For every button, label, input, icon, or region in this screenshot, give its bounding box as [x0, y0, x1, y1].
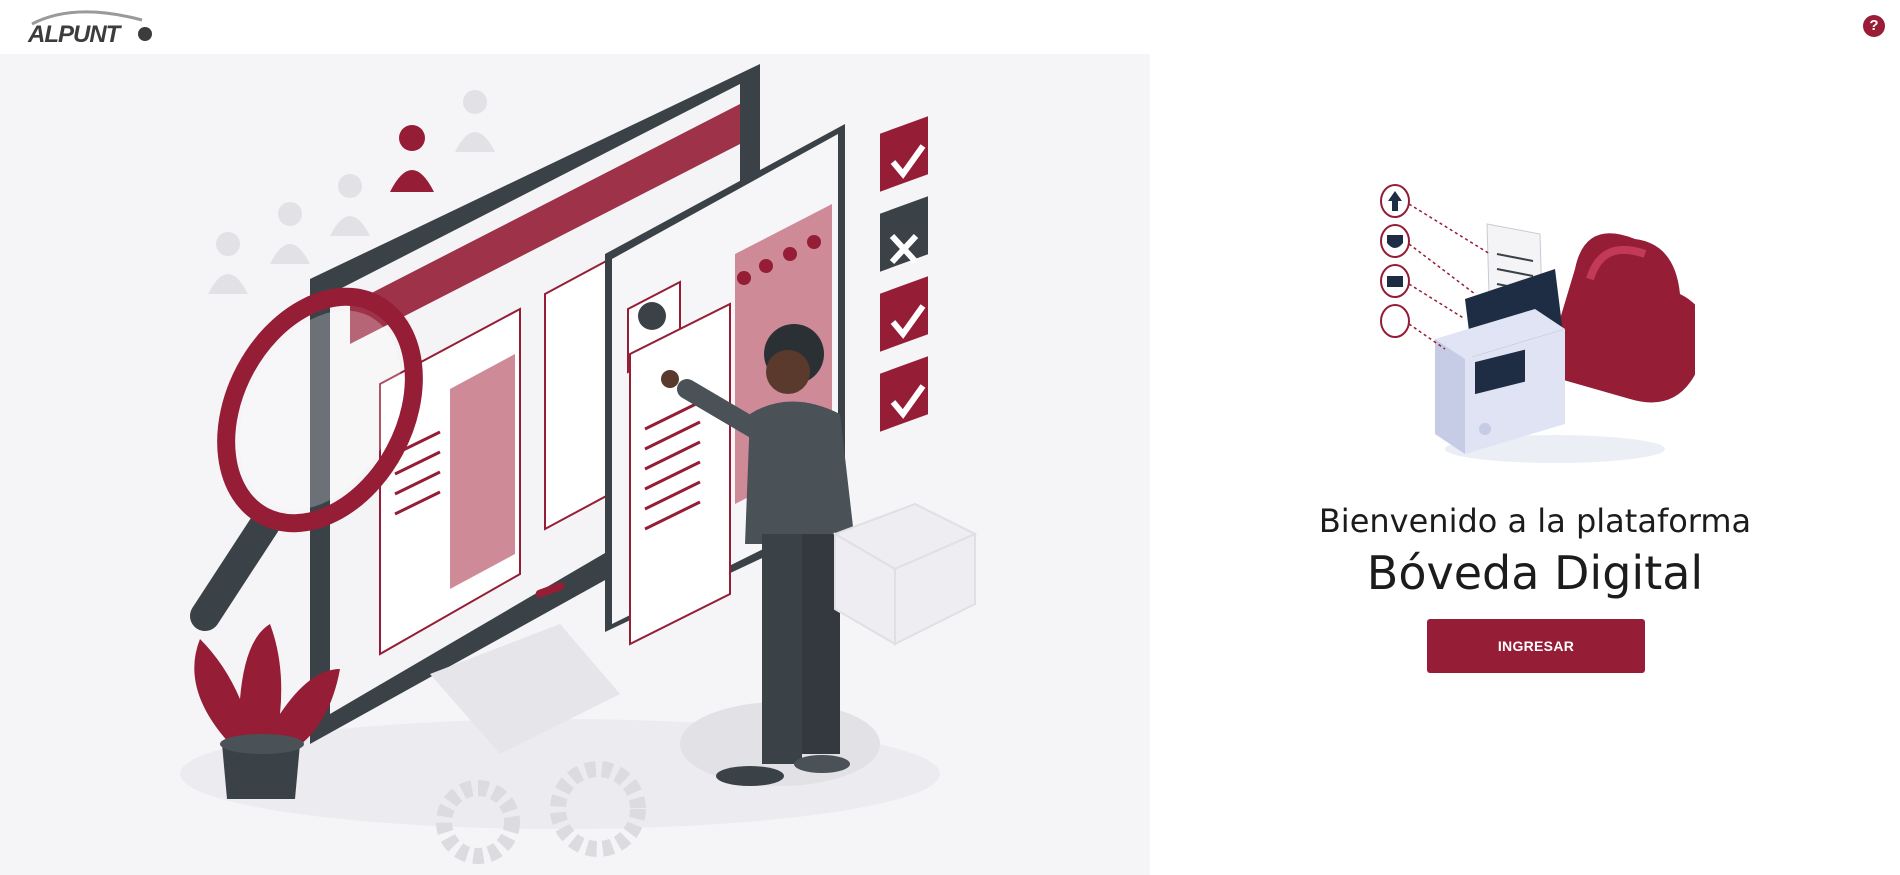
recruitment-illustration	[180, 64, 978, 864]
svg-text:ALPUNT: ALPUNT	[27, 21, 123, 48]
digital-vault-illustration	[1380, 184, 1695, 463]
alpunto-logo: ALPUNT	[27, 10, 152, 48]
top-bar: ALPUNT ?	[0, 0, 1900, 54]
hero-illustration-panel	[0, 54, 1150, 875]
help-button[interactable]: ?	[1863, 15, 1885, 37]
product-title: Bóveda Digital	[1366, 546, 1704, 600]
login-panel: Bienvenido a la plataforma Bóveda Digita…	[1150, 54, 1900, 875]
welcome-text: Bienvenido a la plataforma	[1318, 502, 1752, 540]
dot-icon	[1380, 304, 1410, 338]
help-icon: ?	[1869, 17, 1879, 34]
ingresar-button[interactable]: INGRESAR	[1427, 619, 1645, 673]
